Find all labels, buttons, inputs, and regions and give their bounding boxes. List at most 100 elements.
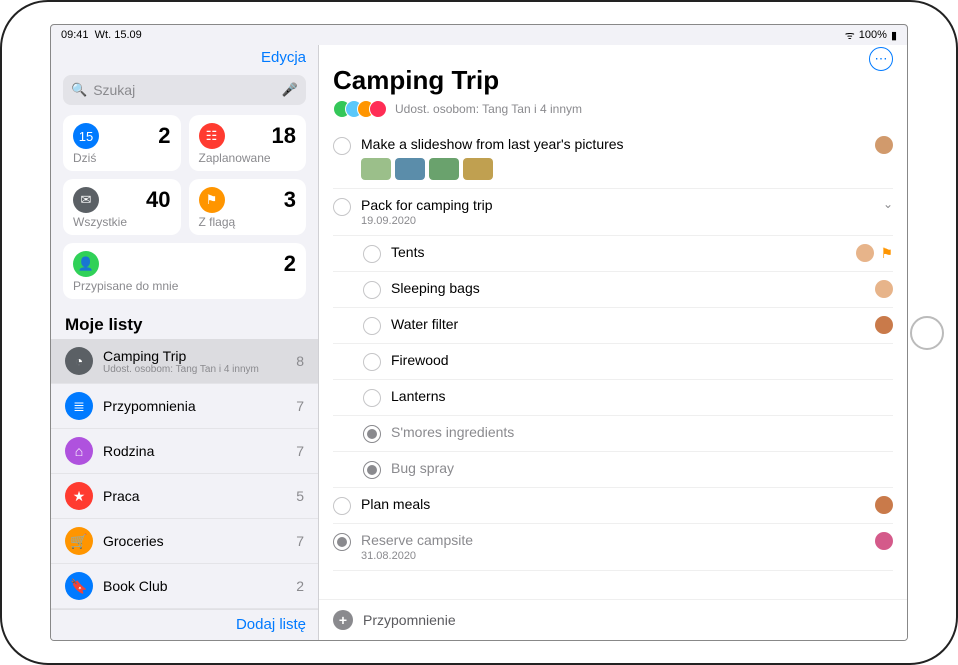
reminder-title: Plan meals — [361, 496, 865, 512]
reminder-title: Make a slideshow from last year's pictur… — [361, 136, 865, 152]
thumb — [463, 158, 493, 180]
list-row[interactable]: ⌂ Rodzina 7 — [51, 429, 318, 474]
complete-toggle[interactable] — [363, 317, 381, 335]
edit-button[interactable]: Edycja — [261, 49, 306, 66]
list-title: Camping Trip — [333, 65, 893, 96]
list-icon: ◔ — [65, 347, 93, 375]
list-row[interactable]: ≣ Przypomnienia 7 — [51, 384, 318, 429]
list-row[interactable]: 🔖 Book Club 2 — [51, 564, 318, 609]
share-info[interactable]: Udost. osobom: Tang Tan i 4 innym — [333, 100, 893, 118]
search-input[interactable]: 🔍 Szukaj 🎤 — [63, 75, 306, 105]
reminder-item[interactable]: Tents⚑ — [333, 236, 893, 272]
list-count: 5 — [296, 488, 304, 504]
complete-toggle[interactable] — [333, 497, 351, 515]
thumb — [395, 158, 425, 180]
add-reminder-label: Przypomnienie — [363, 612, 456, 628]
wifi-icon: ᯤ — [845, 28, 855, 43]
reminder-item[interactable]: Make a slideshow from last year's pictur… — [333, 128, 893, 189]
list-icon: 🛒 — [65, 527, 93, 555]
card-count: 2 — [158, 123, 170, 149]
reminder-title: Water filter — [391, 316, 865, 332]
list-name: Camping Trip — [103, 348, 286, 364]
plus-icon: + — [333, 610, 353, 630]
list-row[interactable]: ★ Praca 5 — [51, 474, 318, 519]
complete-toggle[interactable] — [333, 198, 351, 216]
assignee-avatar — [875, 532, 893, 550]
share-text: Udost. osobom: Tang Tan i 4 innym — [395, 102, 582, 116]
status-date: Wt. 15.09 — [95, 29, 142, 41]
list-icon: 🔖 — [65, 572, 93, 600]
card-label: Przypisane do mnie — [73, 279, 296, 293]
list-count: 2 — [296, 578, 304, 594]
more-button[interactable]: ⋯ — [869, 47, 893, 71]
mic-icon[interactable]: 🎤 — [282, 82, 298, 98]
complete-toggle[interactable] — [333, 533, 351, 551]
complete-toggle[interactable] — [363, 425, 381, 443]
list-icon: ≣ — [65, 392, 93, 420]
reminder-title: Pack for camping trip — [361, 197, 873, 213]
status-bar: 09:41 Wt. 15.09 ᯤ 100% ▮ — [51, 25, 907, 45]
smart-card-dziś[interactable]: 15 2 Dziś — [63, 115, 181, 171]
attachment-thumbs[interactable] — [361, 158, 865, 180]
complete-toggle[interactable] — [363, 245, 381, 263]
reminder-title: S'mores ingredients — [391, 424, 883, 440]
list-row[interactable]: ◔ Camping TripUdost. osobom: Tang Tan i … — [51, 339, 318, 384]
thumb — [429, 158, 459, 180]
card-count: 3 — [284, 187, 296, 213]
smart-card-zaplanowane[interactable]: ☷18Zaplanowane — [189, 115, 307, 171]
reminder-date: 31.08.2020 — [361, 550, 865, 562]
chevron-down-icon[interactable]: ⌄ — [883, 197, 893, 211]
list-sub: Udost. osobom: Tang Tan i 4 innym — [103, 364, 286, 375]
reminder-item[interactable]: Pack for camping trip 19.09.2020 ⌄ — [333, 189, 893, 236]
add-list-button[interactable]: Dodaj listę — [236, 616, 306, 633]
flag-icon: ⚑ — [880, 245, 893, 262]
assignee-avatar — [875, 280, 893, 298]
smart-card-z flagą[interactable]: ⚑3Z flagą — [189, 179, 307, 235]
list-count: 8 — [296, 353, 304, 369]
reminder-title: Lanterns — [391, 388, 883, 404]
reminder-item[interactable]: Sleeping bags — [333, 272, 893, 308]
reminder-title: Sleeping bags — [391, 280, 865, 296]
list-name: Book Club — [103, 578, 286, 594]
card-label: Dziś — [73, 151, 171, 165]
complete-toggle[interactable] — [363, 281, 381, 299]
assignee-avatar — [875, 316, 893, 334]
list-count: 7 — [296, 533, 304, 549]
reminder-item[interactable]: Lanterns — [333, 380, 893, 416]
card-icon: ☷ — [199, 123, 225, 149]
list-count: 7 — [296, 443, 304, 459]
reminder-item[interactable]: Reserve campsite 31.08.2020 — [333, 524, 893, 571]
reminder-item[interactable]: S'mores ingredients — [333, 416, 893, 452]
list-row[interactable]: 🛒 Groceries 7 — [51, 519, 318, 564]
smart-card-wszystkie[interactable]: ✉40Wszystkie — [63, 179, 181, 235]
reminder-title: Reserve campsite — [361, 532, 865, 548]
reminder-item[interactable]: Plan meals — [333, 488, 893, 524]
reminder-title: Firewood — [391, 352, 883, 368]
search-placeholder: Szukaj — [93, 82, 276, 98]
complete-toggle[interactable] — [363, 353, 381, 371]
complete-toggle[interactable] — [363, 461, 381, 479]
list-icon: ⌂ — [65, 437, 93, 465]
reminder-item[interactable]: Bug spray — [333, 452, 893, 488]
card-label: Wszystkie — [73, 215, 171, 229]
add-reminder-button[interactable]: + Przypomnienie — [319, 599, 907, 640]
card-icon: ✉ — [73, 187, 99, 213]
status-time: 09:41 — [61, 29, 89, 41]
card-icon: 👤 — [73, 251, 99, 277]
list-name: Przypomnienia — [103, 398, 286, 414]
thumb — [361, 158, 391, 180]
complete-toggle[interactable] — [333, 137, 351, 155]
complete-toggle[interactable] — [363, 389, 381, 407]
my-lists-header: Moje listy — [51, 307, 318, 339]
smart-card-przypisane do mnie[interactable]: 👤2Przypisane do mnie — [63, 243, 306, 299]
reminder-item[interactable]: Water filter — [333, 308, 893, 344]
battery-icon: ▮ — [891, 29, 897, 42]
assignee-avatar — [875, 136, 893, 154]
reminder-date: 19.09.2020 — [361, 215, 873, 227]
card-icon: 15 — [73, 123, 99, 149]
card-label: Zaplanowane — [199, 151, 297, 165]
home-button[interactable] — [910, 316, 944, 350]
search-icon: 🔍 — [71, 82, 87, 98]
reminder-item[interactable]: Firewood — [333, 344, 893, 380]
assignee-avatar — [856, 244, 874, 262]
